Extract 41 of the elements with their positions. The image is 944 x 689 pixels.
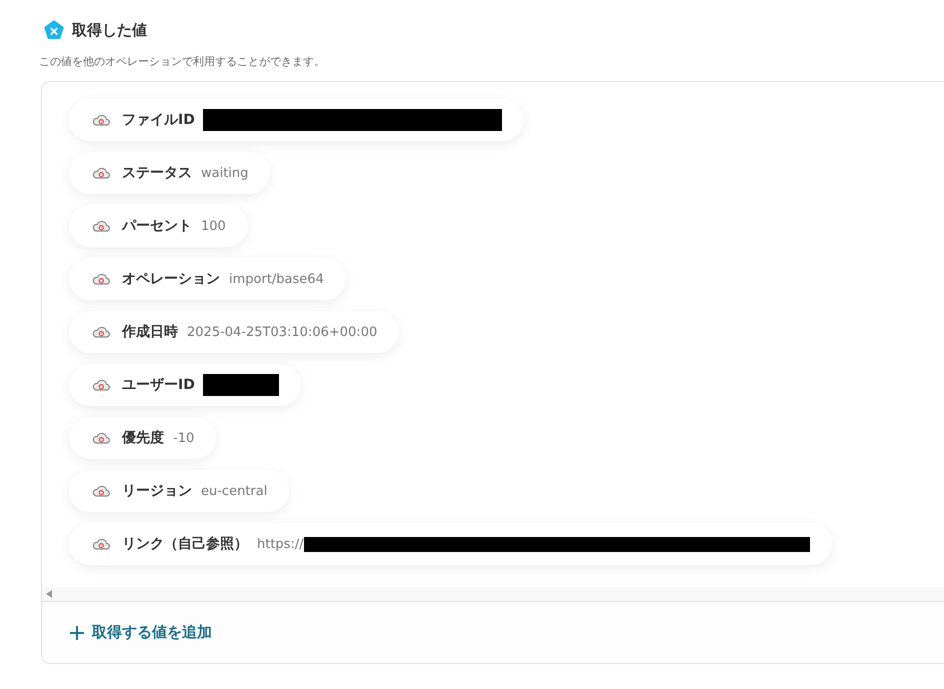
- section-description: この値を他のオペレーションで利用することができます。: [39, 54, 325, 69]
- value-text: import/base64: [229, 272, 324, 286]
- value-text: 2025-04-25T03:10:06+00:00: [187, 324, 378, 340]
- cloud-icon: [92, 167, 110, 179]
- value-chip[interactable]: リージョン eu-central: [69, 470, 290, 512]
- x-pentagon-icon: [44, 20, 64, 40]
- plus-icon: [70, 626, 84, 640]
- cloud-icon: [92, 220, 110, 232]
- left-arrow-icon[interactable]: [46, 590, 52, 598]
- value-label: ファイルID: [122, 111, 195, 129]
- value-text: waiting: [201, 166, 248, 180]
- value-chip[interactable]: リンク（自己参照） https://: [69, 523, 832, 565]
- value-label: パーセント: [122, 217, 192, 235]
- value-label: 作成日時: [122, 323, 178, 341]
- value-chip[interactable]: パーセント 100: [69, 205, 248, 247]
- cloud-icon: [92, 326, 110, 338]
- cloud-icon: [92, 432, 110, 444]
- value-label: リージョン: [122, 482, 192, 500]
- value-chip[interactable]: ステータス waiting: [69, 152, 270, 194]
- value-chip[interactable]: オペレーション import/base64: [69, 258, 346, 300]
- cloud-icon: [92, 379, 110, 391]
- value-text: -10: [173, 430, 194, 446]
- value-text: eu-central: [201, 484, 268, 498]
- add-value-button[interactable]: 取得する値を追加: [70, 623, 212, 642]
- value-label: 優先度: [122, 429, 164, 447]
- horizontal-scrollbar[interactable]: [42, 587, 944, 602]
- value-label: リンク（自己参照）: [122, 535, 248, 553]
- value-label: オペレーション: [122, 270, 220, 288]
- value-text: 100: [201, 218, 226, 234]
- cloud-icon: [92, 538, 110, 550]
- value-label: ステータス: [122, 164, 192, 182]
- cloud-icon: [92, 273, 110, 285]
- value-chip[interactable]: 作成日時 2025-04-25T03:10:06+00:00: [69, 311, 400, 353]
- value-text: https://: [257, 536, 304, 552]
- cloud-icon: [92, 485, 110, 497]
- value-chip[interactable]: ファイルID: [69, 99, 524, 141]
- value-chip[interactable]: ユーザーID: [69, 364, 301, 406]
- value-chip[interactable]: 優先度 -10: [69, 417, 216, 459]
- value-label: ユーザーID: [122, 376, 195, 394]
- cloud-icon: [92, 114, 110, 126]
- section-title: 取得した値: [72, 20, 147, 40]
